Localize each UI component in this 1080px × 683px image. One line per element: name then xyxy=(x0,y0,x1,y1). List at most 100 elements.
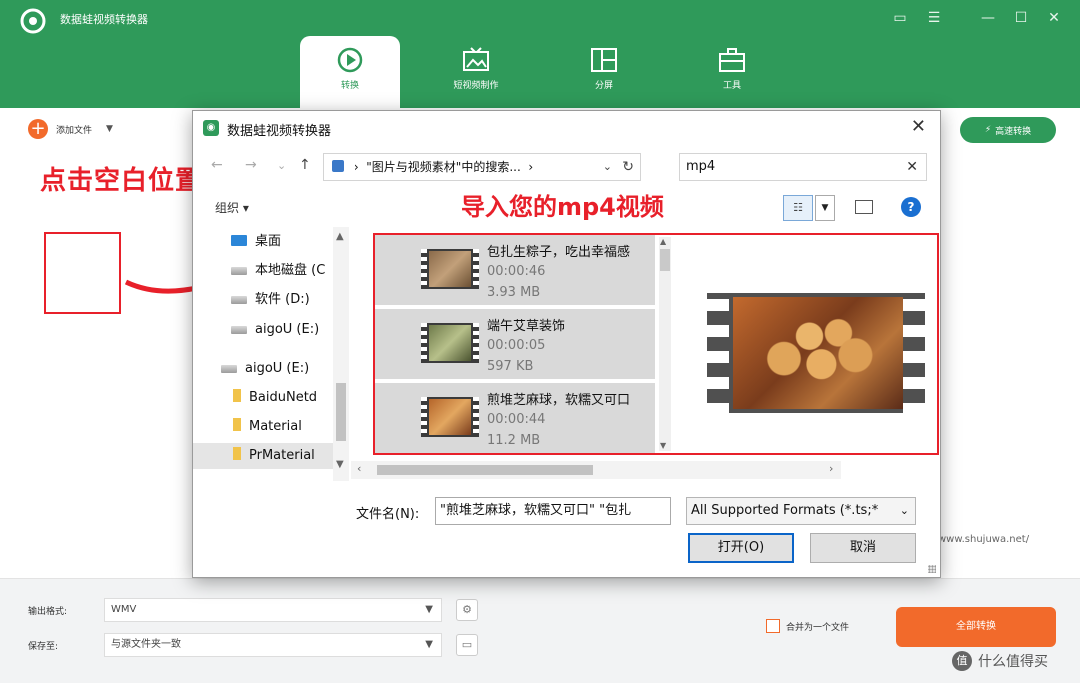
save-to-label: 保存至: xyxy=(28,642,59,652)
nav-item-prmaterial[interactable]: PrMaterial xyxy=(193,443,333,469)
filename-label: 文件名(N): xyxy=(356,507,420,522)
scrollbar-thumb[interactable] xyxy=(377,465,593,475)
folder-icon xyxy=(233,418,241,431)
view-mode-chevron-icon[interactable]: ▼ xyxy=(815,195,835,221)
preview-pane-icon[interactable] xyxy=(855,200,873,214)
search-folder-icon xyxy=(332,160,344,172)
file-type-select[interactable]: All Supported Formats (*.ts;* ⌄ xyxy=(686,497,916,525)
desktop-icon xyxy=(231,235,247,246)
tab-label: 分屏 xyxy=(594,81,613,91)
nav-item-drive-e-root[interactable]: aigoU (E:) xyxy=(193,356,333,382)
nav-item-drive-d[interactable]: 软件 (D:) xyxy=(193,287,333,313)
convert-icon xyxy=(337,47,363,73)
lightning-icon: ⚡ xyxy=(984,125,992,135)
search-input[interactable]: mp4 ✕ xyxy=(679,153,927,181)
checkbox-box[interactable] xyxy=(766,619,780,633)
convert-all-button[interactable]: 全部转换 xyxy=(896,607,1056,647)
close-icon[interactable]: ✕ xyxy=(1044,8,1064,28)
address-text: "图片与视频素材"中的搜索... xyxy=(366,160,521,174)
add-file-button[interactable]: + 添加文件 ▼ xyxy=(28,118,113,140)
scroll-left-icon[interactable]: ‹ xyxy=(357,462,361,475)
nav-item-label: 软件 (D:) xyxy=(255,292,310,307)
up-arrow-icon[interactable]: ↑ xyxy=(299,157,311,173)
film-holes xyxy=(903,293,925,413)
output-format-label: 输出格式: xyxy=(28,607,68,617)
file-type-value: All Supported Formats (*.ts;* xyxy=(691,503,879,518)
folder-icon xyxy=(233,389,241,402)
dialog-close-icon[interactable]: ✕ xyxy=(911,116,926,137)
nav-pane-scrollbar[interactable]: ▲ ▼ xyxy=(333,227,349,481)
toolbox-icon xyxy=(719,48,745,72)
nav-item-material[interactable]: Material xyxy=(193,414,333,440)
recent-chevron-icon[interactable]: ⌄ xyxy=(277,159,286,172)
save-to-value: 与源文件夹一致 xyxy=(111,639,181,650)
navigation-pane: 桌面 本地磁盘 (C 软件 (D:) aigoU (E:) aigoU (E:)… xyxy=(193,227,351,483)
organize-menu[interactable]: 组织 ▾ xyxy=(215,199,249,216)
menu-icon[interactable]: ☰ xyxy=(924,8,944,28)
drive-icon xyxy=(231,296,247,304)
nav-item-label: aigoU (E:) xyxy=(255,322,320,337)
tab-toolbox[interactable]: 工具 xyxy=(682,36,782,108)
preview-image xyxy=(733,297,903,409)
open-button[interactable]: 打开(O) xyxy=(688,533,794,563)
video-preview xyxy=(707,293,925,413)
resize-grip-icon[interactable] xyxy=(928,565,936,573)
address-row: ← → ⌄ ↑ › "图片与视频素材"中的搜索... › ⌄ ↻ mp4 ✕ xyxy=(193,153,940,181)
output-format-value: WMV xyxy=(111,604,137,615)
nav-item-baidunetdisk[interactable]: BaiduNetd xyxy=(193,385,333,411)
drive-icon xyxy=(221,365,237,373)
output-settings-icon[interactable]: ⚙ xyxy=(456,599,478,621)
chevron-down-icon: ▼ xyxy=(425,604,433,615)
add-file-label: 添加文件 xyxy=(56,125,93,136)
output-format-select[interactable]: WMV ▼ xyxy=(104,598,442,622)
address-bar[interactable]: › "图片与视频素材"中的搜索... › ⌄ ↻ xyxy=(323,153,641,181)
nav-item-label: aigoU (E:) xyxy=(245,361,310,376)
dialog-title-bar: ◉ 数据蛙视频转换器 ✕ xyxy=(193,111,940,145)
file-list-hscrollbar[interactable]: ‹ › xyxy=(351,461,841,479)
chevron-down-icon: ▼ xyxy=(425,639,433,650)
scrollbar-thumb[interactable] xyxy=(336,383,346,441)
watermark-text: www.shujuwa.net/ xyxy=(938,534,1030,545)
nav-item-label: PrMaterial xyxy=(249,448,315,463)
back-arrow-icon[interactable]: ← xyxy=(211,157,223,173)
tab-label: 短视频制作 xyxy=(453,81,499,91)
annotation-blank-area-box[interactable] xyxy=(44,232,121,314)
dialog-app-icon: ◉ xyxy=(203,120,219,136)
chevron-down-icon[interactable]: ▼ xyxy=(106,124,113,134)
nav-item-desktop[interactable]: 桌面 xyxy=(193,229,333,255)
search-value: mp4 xyxy=(686,159,716,174)
scroll-up-icon[interactable]: ▲ xyxy=(336,231,344,242)
app-title: 数据蛙视频转换器 xyxy=(60,13,148,26)
split-screen-icon xyxy=(591,48,617,72)
app-header: 数据蛙视频转换器 ▭ ☰ — ☐ ✕ 转换 短视频制作 分屏 工具 xyxy=(0,0,1080,108)
maximize-icon[interactable]: ☐ xyxy=(1011,8,1031,28)
scroll-down-icon[interactable]: ▼ xyxy=(336,459,344,470)
nav-item-drive-e[interactable]: aigoU (E:) xyxy=(193,317,333,343)
forward-arrow-icon[interactable]: → xyxy=(245,157,257,173)
app-logo-icon xyxy=(20,8,46,34)
view-mode-icon[interactable]: ☷ xyxy=(783,195,813,221)
address-separator: › xyxy=(524,160,534,174)
refresh-icon[interactable]: ↻ xyxy=(622,154,634,180)
clear-search-icon[interactable]: ✕ xyxy=(906,154,918,180)
folder-icon[interactable]: ▭ xyxy=(456,634,478,656)
feedback-icon[interactable]: ▭ xyxy=(890,8,910,28)
nav-item-drive-c[interactable]: 本地磁盘 (C xyxy=(193,258,333,284)
film-holes xyxy=(707,293,729,413)
tab-split-screen[interactable]: 分屏 xyxy=(554,36,654,108)
nav-item-label: BaiduNetd xyxy=(249,390,318,405)
merge-files-checkbox[interactable]: 合并为一个文件 xyxy=(766,619,849,633)
annotation-import-mp4: 导入您的mp4视频 xyxy=(461,193,664,221)
help-icon[interactable]: ? xyxy=(901,197,921,217)
dialog-title: 数据蛙视频转换器 xyxy=(227,124,332,139)
chevron-down-icon[interactable]: ⌄ xyxy=(603,154,612,180)
nav-item-label: 本地磁盘 (C xyxy=(255,263,326,278)
save-to-select[interactable]: 与源文件夹一致 ▼ xyxy=(104,633,442,657)
minimize-icon[interactable]: — xyxy=(978,8,998,28)
filename-input[interactable]: "煎堆芝麻球，软糯又可口" "包扎 xyxy=(435,497,671,525)
tab-convert[interactable]: 转换 xyxy=(300,36,400,108)
scroll-right-icon[interactable]: › xyxy=(829,462,833,475)
high-speed-convert-button[interactable]: ⚡ 高速转换 xyxy=(960,117,1056,143)
cancel-button[interactable]: 取消 xyxy=(810,533,916,563)
tab-video-maker[interactable]: 短视频制作 xyxy=(426,36,526,108)
